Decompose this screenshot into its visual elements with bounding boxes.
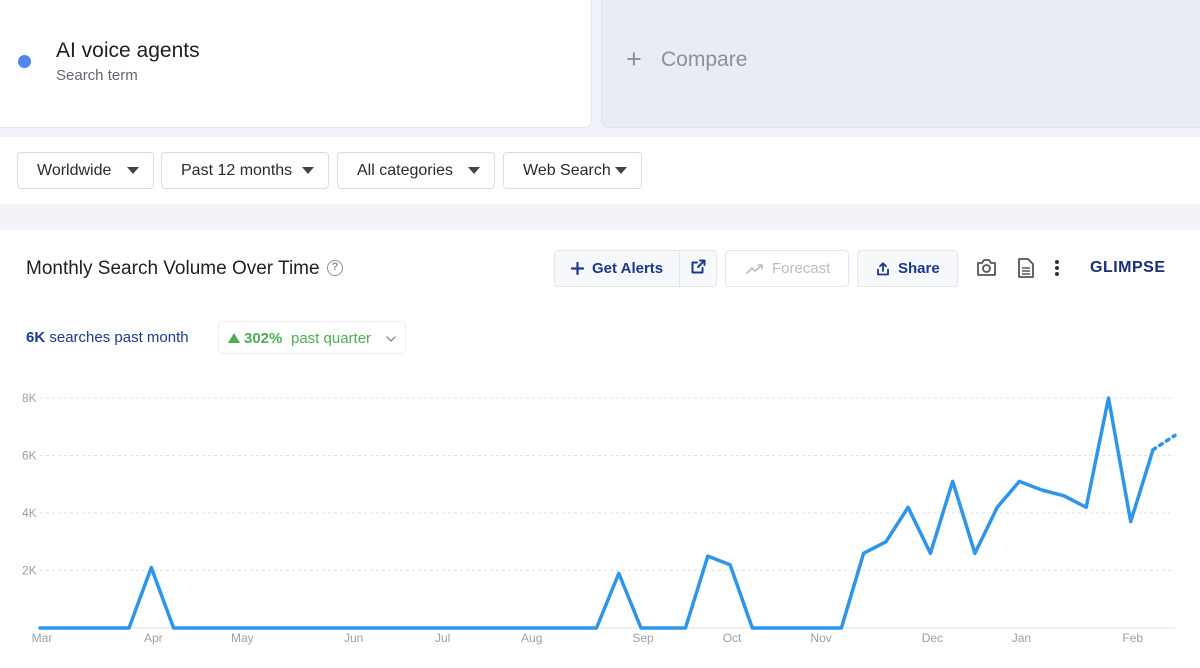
x-tick-label: Jul xyxy=(435,631,450,645)
trends-page: AI voice agents Search term + Compare Wo… xyxy=(0,0,1200,668)
chart-panel: Monthly Search Volume Over Time ? Get Al… xyxy=(0,230,1200,668)
filter-time-range-label: Past 12 months xyxy=(181,161,293,179)
external-link-button[interactable] xyxy=(679,250,717,287)
x-tick-label: Jun xyxy=(344,631,363,645)
filter-time-range[interactable]: Past 12 months xyxy=(161,152,329,189)
filter-bar: Worldwide Past 12 months All categories … xyxy=(0,137,1200,204)
x-tick-label: Oct xyxy=(723,631,742,645)
trend-icon xyxy=(746,263,764,275)
x-tick-label: Aug xyxy=(521,631,542,645)
help-circle-icon[interactable]: ? xyxy=(327,260,343,276)
forecast-button[interactable]: Forecast xyxy=(725,250,849,287)
external-link-icon xyxy=(691,259,706,278)
plus-icon: + xyxy=(626,44,642,74)
x-tick-label: Dec xyxy=(922,631,943,645)
search-volume-chart: 2K 4K 6K 8K Mar Apr May Jun Jul Aug Sep Oct Nov Dec Ja… xyxy=(22,391,1177,645)
x-tick-label: Apr xyxy=(144,631,163,645)
y-tick-label: 6K xyxy=(22,449,37,463)
caret-down-icon xyxy=(302,167,314,174)
caret-down-icon xyxy=(468,167,480,174)
filter-location-label: Worldwide xyxy=(37,161,112,179)
quarter-growth-suffix: past quarter xyxy=(291,330,372,347)
get-alerts-label: Get Alerts xyxy=(592,260,664,277)
projected-line xyxy=(1151,433,1177,452)
y-tick-label: 4K xyxy=(22,506,37,520)
y-tick-label: 2K xyxy=(22,564,37,578)
x-tick-label: Sep xyxy=(632,631,654,645)
get-alerts-button[interactable]: Get Alerts xyxy=(554,250,680,287)
series-color-dot xyxy=(18,55,31,68)
x-tick-label: May xyxy=(231,631,254,645)
filter-search-type-label: Web Search xyxy=(523,161,611,179)
search-term-card[interactable]: AI voice agents Search term xyxy=(0,0,592,128)
share-icon xyxy=(876,261,890,276)
series-line xyxy=(38,396,1155,630)
monthly-searches-suffix: searches past month xyxy=(49,329,189,346)
filter-search-type[interactable]: Web Search xyxy=(503,152,642,189)
chart-title: Monthly Search Volume Over Time xyxy=(26,258,320,279)
filter-location[interactable]: Worldwide xyxy=(17,152,154,189)
trend-up-icon xyxy=(228,333,240,343)
x-tick-label: Jan xyxy=(1012,631,1031,645)
caret-down-icon xyxy=(127,167,139,174)
y-tick-label: 8K xyxy=(22,391,37,405)
caret-down-icon xyxy=(615,167,627,174)
search-term-subtitle: Search term xyxy=(56,67,138,84)
search-term-name: AI voice agents xyxy=(56,39,200,62)
quarter-growth-value: 302% xyxy=(244,330,283,347)
document-icon[interactable] xyxy=(1017,258,1035,283)
quarter-growth-pill[interactable]: 302% past quarter xyxy=(218,321,406,354)
plus-icon xyxy=(571,262,584,275)
x-tick-label: Mar xyxy=(32,631,53,645)
monthly-searches-stat: 6K searches past month xyxy=(26,329,189,346)
x-tick-label: Nov xyxy=(810,631,831,645)
forecast-label: Forecast xyxy=(772,260,831,277)
filter-category[interactable]: All categories xyxy=(337,152,495,189)
camera-icon[interactable] xyxy=(976,258,997,282)
compare-label[interactable]: Compare xyxy=(661,48,747,72)
more-vertical-icon[interactable] xyxy=(1054,259,1060,282)
x-tick-label: Feb xyxy=(1122,631,1143,645)
brand-logo[interactable]: GLIMPSE xyxy=(1090,259,1166,277)
chevron-down-icon xyxy=(385,332,397,350)
share-button[interactable]: Share xyxy=(857,250,958,287)
filter-category-label: All categories xyxy=(357,161,454,179)
monthly-searches-value: 6K xyxy=(26,329,46,346)
share-label: Share xyxy=(898,260,940,277)
